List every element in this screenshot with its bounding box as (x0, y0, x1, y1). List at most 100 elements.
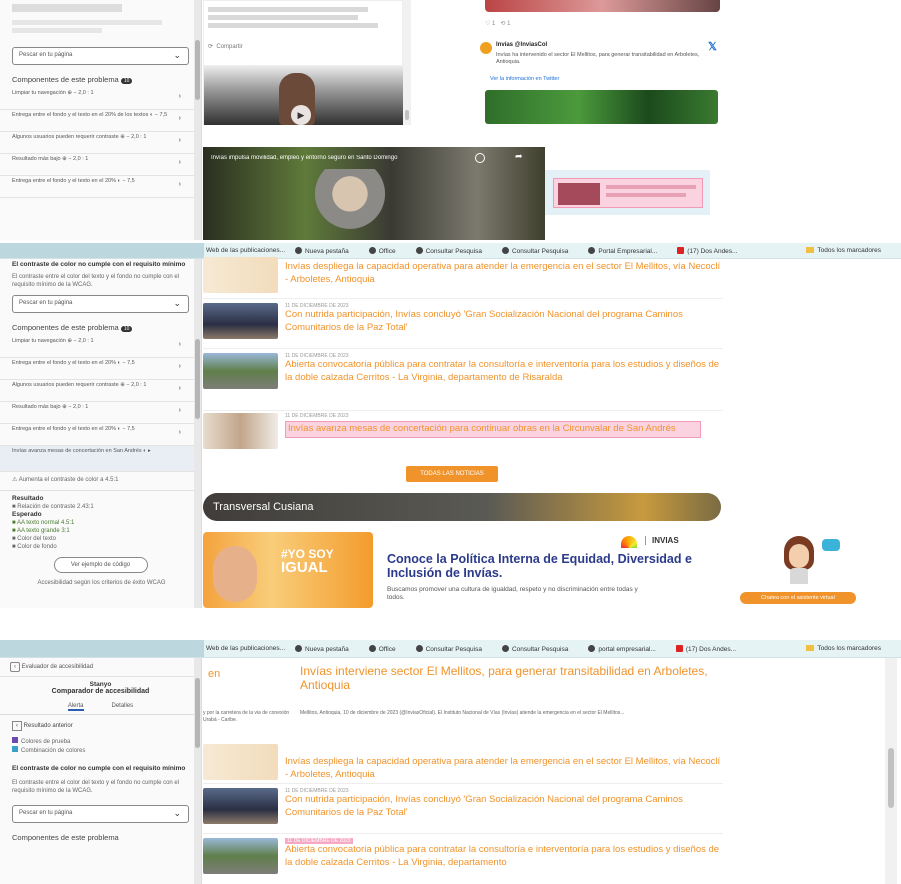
tweet-image[interactable] (485, 90, 718, 124)
share-arrow-icon[interactable]: ➦ (515, 151, 523, 162)
news-thumbnail[interactable] (203, 413, 278, 449)
chevron-right-icon[interactable]: › (179, 93, 181, 100)
bookmark-item[interactable]: (17) Dos Andes... (677, 246, 747, 255)
back-row[interactable]: ‹ Resultado anterior (12, 721, 189, 731)
invias-logo: INVIAS (645, 536, 679, 545)
scope-select[interactable]: Pescar en tu página ⌄ (12, 47, 189, 65)
chevron-right-icon[interactable]: › (179, 429, 181, 436)
code-example-button[interactable]: Ver ejemplo de código (53, 557, 148, 573)
video-player[interactable]: Invías impulsa movilidad, empleo y entor… (203, 147, 545, 240)
bookmark-item[interactable]: Nueva pestaña (295, 246, 359, 255)
tweet-actions[interactable]: ♡ 1 ⟲ 1 (485, 20, 510, 27)
news-thumbnail[interactable] (203, 257, 278, 293)
chevron-right-icon[interactable]: › (179, 363, 181, 370)
chevron-right-icon[interactable]: › (179, 159, 181, 166)
all-bookmarks[interactable]: Todos los marcadores (806, 645, 891, 652)
bookmark-item[interactable]: Portal Empresarial... (588, 246, 667, 255)
component-row[interactable]: Algunos usuarios pueden requerir contras… (0, 380, 201, 402)
chevron-right-icon[interactable]: › (179, 407, 181, 414)
component-row[interactable]: Algunos usuarios pueden requerir contras… (0, 132, 201, 154)
bookmark-item[interactable]: Web de las publicaciones... (206, 247, 285, 254)
all-news-button[interactable]: TODAS LAS NOTICIAS (406, 466, 498, 482)
component-row[interactable]: Entrega entre el fondo y el texto en el … (0, 110, 201, 132)
news-thumbnail[interactable] (203, 788, 278, 824)
chat-assistant-button[interactable]: Chatea con el asistente virtual (740, 592, 856, 604)
news-title[interactable]: Abierta convocatoria pública para contra… (285, 359, 723, 384)
news-item[interactable]: 11 de diciembre de 2023 Invías avanza me… (203, 411, 723, 455)
news-thumbnail[interactable] (203, 744, 278, 780)
sidebar-footnote: Accesibilidad según los criterios de éxi… (37, 580, 166, 586)
component-row[interactable]: Resultado más bajo ⊕ − 2,0 : 1 › (0, 402, 201, 424)
chevron-right-icon[interactable]: › (179, 385, 181, 392)
scope-select[interactable]: Pescar en tu página ⌄ (12, 295, 189, 313)
news-title[interactable]: Invías despliega la capacidad operativa … (285, 756, 723, 781)
chevron-left-icon[interactable]: ‹ (12, 721, 22, 731)
news-item[interactable]: Invías despliega la capacidad operativa … (203, 257, 723, 299)
news-title[interactable]: Con nutrida participación, Invías conclu… (285, 309, 723, 334)
news-item[interactable]: Invías despliega la capacidad operativa … (203, 740, 723, 784)
back-icon[interactable]: ‹ (10, 662, 20, 672)
component-row[interactable]: Entrega entre el fondo y el texto en el … (0, 176, 201, 198)
equity-campaign-banner[interactable]: #YO SOY IGUAL INVIAS Conoce la Política … (203, 532, 721, 608)
sidebar-scrollbar[interactable] (194, 658, 201, 884)
tweet-author[interactable]: Invías @InviasCol (496, 42, 547, 48)
news-thumbnail[interactable] (203, 838, 278, 874)
virtual-assistant-avatar[interactable] (780, 536, 820, 584)
bookmark-item[interactable]: Consultar Pesquisa (415, 644, 492, 653)
chevron-right-icon[interactable]: › (179, 115, 181, 122)
all-bookmarks[interactable]: Todos los marcadores (806, 247, 891, 254)
news-title[interactable]: Invías despliega la capacidad operativa … (285, 261, 723, 286)
news-title-contrast-flagged[interactable]: Invías avanza mesas de concertación para… (285, 421, 701, 438)
bookmark-item[interactable]: Consultar Pesquisa (415, 246, 492, 255)
component-row[interactable]: Entrega entre el fondo y el texto en el … (0, 358, 201, 380)
news-thumbnail[interactable] (203, 303, 278, 339)
github-icon (368, 246, 376, 254)
bookmark-item[interactable]: Consultar Pesquisa (501, 246, 578, 255)
sidebar-scrollbar[interactable] (194, 259, 201, 608)
clock-icon[interactable] (475, 153, 485, 163)
bookmark-item[interactable]: Office (368, 246, 406, 255)
chat-bubble-icon[interactable] (822, 539, 840, 551)
tab-alerta[interactable]: Alerta (67, 703, 84, 711)
tweet-link[interactable]: Ver la información en Twitter (490, 76, 559, 82)
component-row-selected[interactable]: Invías avanza mesas de concertación en S… (0, 446, 201, 472)
bookmark-item[interactable]: portal empresarial... (588, 644, 665, 653)
news-item[interactable]: 11 de diciembre de 2023 Abierta convocat… (203, 834, 723, 874)
news-title[interactable]: Con nutrida participación, Invías conclu… (285, 794, 723, 819)
chevron-down-icon: ⌄ (173, 808, 181, 818)
chevron-right-icon[interactable]: › (179, 181, 181, 188)
highlighted-promo-card[interactable] (545, 170, 710, 215)
news-item[interactable]: 11 de diciembre de 2023 Abierta convocat… (203, 349, 723, 411)
chevron-right-icon[interactable]: › (179, 137, 181, 144)
scope-select[interactable]: Pescar en tu página ⌄ (12, 805, 189, 823)
lead-fragment: en (208, 668, 221, 680)
post-scrollbar[interactable] (403, 0, 411, 125)
transversal-cusiana-banner[interactable]: Transversal Cusiana (203, 493, 721, 521)
bookmark-item[interactable]: Consultar Pesquisa (501, 644, 578, 653)
component-row[interactable]: Entrega entre el fondo y el texto en el … (0, 424, 201, 446)
news-item[interactable]: 11 de diciembre de 2023 Con nutrida part… (203, 784, 723, 834)
chevron-down-icon: ⌄ (173, 50, 181, 60)
page-scrollbar[interactable] (885, 658, 897, 884)
component-row[interactable]: Limpiar tu navegación ⊕ − 2,0 : 1 › (0, 88, 201, 110)
tab-detalles[interactable]: Detalles (112, 703, 134, 711)
chevron-right-icon[interactable]: › (179, 341, 181, 348)
accessibility-sidebar: ‹ Evaluador de accesibilidad Stanyo Comp… (0, 658, 202, 884)
news-title[interactable]: Abierta convocatoria pública para contra… (285, 844, 723, 869)
post-video-thumbnail[interactable]: ▶ (204, 65, 404, 125)
swatch-cyan (12, 746, 18, 752)
news-thumbnail[interactable] (203, 353, 278, 389)
bookmark-item[interactable]: Web de las publicaciones... (206, 645, 285, 652)
bookmark-item[interactable]: (17) Dos Andes... (675, 644, 746, 653)
sidebar-scrollbar[interactable] (194, 0, 201, 240)
bookmark-item[interactable]: Nueva pestaña (295, 644, 359, 653)
play-icon[interactable]: ▶ (291, 105, 311, 125)
bottom-screenshot-panel: Web de las publicaciones... Nueva pestañ… (0, 640, 901, 884)
news-item[interactable]: 11 de diciembre de 2023 Con nutrida part… (203, 299, 723, 349)
share-row[interactable]: ⟳ Compartir (208, 43, 243, 50)
component-row[interactable]: Resultado más bajo ⊕ − 2,0 : 1 › (0, 154, 201, 176)
component-row[interactable]: Limpiar tu navegación ⊕ − 2,0 : 1 › (0, 336, 201, 358)
components-heading: Componentes de este problema 10 (0, 319, 201, 336)
bookmark-item[interactable]: Office (368, 644, 406, 653)
extension-header: ‹ Evaluador de accesibilidad (0, 658, 201, 677)
